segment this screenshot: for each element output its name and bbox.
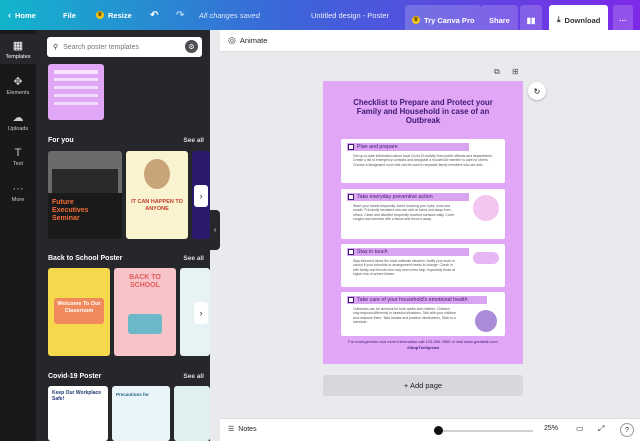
card-heading: Take care of your household's emotional … bbox=[347, 296, 487, 304]
add-page-icon[interactable]: ⊞ bbox=[512, 67, 519, 76]
crown-icon: ♛ bbox=[96, 11, 104, 19]
person-illustration-icon bbox=[475, 310, 497, 332]
search-input[interactable]: ⚲ Search poster templates ⚙ bbox=[47, 37, 202, 57]
poster-canvas[interactable]: Checklist to Prepare and Protect your Fa… bbox=[323, 81, 523, 364]
download-icon: ⤓ bbox=[557, 15, 561, 24]
rail-text[interactable]: T Text bbox=[0, 142, 36, 172]
checklist-card[interactable]: Stay in touch Stay informed about the lo… bbox=[341, 244, 505, 287]
chevron-right-icon[interactable]: › bbox=[194, 185, 208, 207]
see-all-link[interactable]: See all bbox=[183, 255, 204, 262]
rail-more[interactable]: ··· More bbox=[0, 178, 36, 208]
collapse-panel-handle[interactable]: ‹ bbox=[210, 210, 220, 250]
rail-uploads[interactable]: ☁ Uploads bbox=[0, 106, 36, 136]
animate-toolbar: ◎ Animate bbox=[220, 30, 640, 52]
card-heading: Stay in touch bbox=[347, 248, 469, 256]
card-heading: Take everyday preventive action bbox=[347, 193, 469, 201]
crown-icon: ♛ bbox=[412, 16, 420, 24]
chevron-right-icon[interactable]: › bbox=[194, 302, 208, 324]
section-title: For you bbox=[48, 137, 74, 144]
top-bar: ‹ Home File ♛ Resize ↶ ↷ All changes sav… bbox=[0, 0, 640, 35]
text-icon: T bbox=[14, 147, 22, 159]
duplicate-page-icon[interactable]: ⧉ bbox=[494, 67, 500, 77]
document-title[interactable]: Untitled design - Poster bbox=[311, 0, 389, 30]
poster-title[interactable]: Checklist to Prepare and Protect your Fa… bbox=[343, 98, 503, 126]
checkbox-icon bbox=[348, 297, 354, 303]
checkbox-icon bbox=[348, 144, 354, 150]
checklist-card[interactable]: Take everyday preventive action Wash you… bbox=[341, 189, 505, 239]
canvas-area: ◎ Animate ⧉ ⊞ ↻ Checklist to Prepare and… bbox=[220, 30, 640, 418]
section-title: Covid-19 Poster bbox=[48, 373, 102, 380]
add-page-button[interactable]: + Add page bbox=[323, 375, 523, 396]
home-button[interactable]: ‹ Home bbox=[8, 0, 36, 30]
template-welcome-classroom[interactable]: Welcome To Our Classroom bbox=[48, 268, 110, 356]
more-dots-icon: ··· bbox=[619, 15, 627, 25]
notes-button[interactable]: ☰ Notes bbox=[228, 425, 257, 434]
checkbox-icon bbox=[348, 194, 354, 200]
more-dots-icon: ··· bbox=[12, 183, 24, 195]
bottom-bar: ☰ Notes 25% ▭ ⤢ ? bbox=[220, 418, 640, 441]
save-status: All changes saved bbox=[199, 10, 260, 20]
phone-illustration-icon bbox=[473, 252, 499, 264]
chevron-left-icon: ‹ bbox=[8, 10, 11, 20]
section-title: Back to School Poster bbox=[48, 255, 123, 262]
search-icon: ⚲ bbox=[53, 44, 59, 51]
notes-icon: ☰ bbox=[228, 426, 235, 433]
animate-button[interactable]: ◎ Animate bbox=[228, 35, 267, 46]
side-rail: ▦ Templates ✥ Elements ☁ Uploads T Text ··· M… bbox=[0, 30, 36, 441]
checklist-card[interactable]: Plan and prepare Get up-to-date informat… bbox=[341, 139, 505, 183]
see-all-link[interactable]: See all bbox=[183, 373, 204, 380]
template-precautions[interactable]: Precautions for bbox=[112, 386, 170, 441]
elements-icon: ✥ bbox=[13, 76, 23, 88]
bar-chart-icon: ▮▮ bbox=[526, 15, 536, 25]
undo-icon[interactable]: ↶ bbox=[150, 0, 158, 30]
refresh-icon[interactable]: ↻ bbox=[528, 82, 546, 100]
chevron-left-icon: ‹ bbox=[213, 226, 217, 234]
redo-icon[interactable]: ↷ bbox=[176, 0, 184, 30]
checkbox-icon bbox=[348, 249, 354, 255]
upload-cloud-icon: ☁ bbox=[12, 112, 24, 124]
file-menu[interactable]: File bbox=[63, 0, 76, 30]
zoom-level[interactable]: 25% bbox=[544, 425, 558, 432]
handwash-illustration-icon bbox=[473, 195, 499, 221]
resize-button[interactable]: ♛ Resize bbox=[96, 0, 132, 30]
zoom-slider-handle[interactable] bbox=[434, 426, 443, 435]
templates-icon: ▦ bbox=[12, 40, 24, 52]
filter-icon[interactable]: ⚙ bbox=[185, 40, 198, 53]
help-icon[interactable]: ? bbox=[620, 423, 634, 437]
template-partial[interactable] bbox=[174, 386, 210, 441]
fullscreen-icon[interactable]: ⤢ bbox=[598, 424, 604, 434]
see-all-link[interactable]: See all bbox=[183, 137, 204, 144]
checklist-card[interactable]: Take care of your household's emotional … bbox=[341, 292, 505, 336]
animate-icon: ◎ bbox=[228, 35, 236, 45]
card-heading: Plan and prepare bbox=[347, 143, 469, 151]
poster-footer: For emergencies and more information cal… bbox=[348, 339, 498, 350]
template-thumb-current[interactable] bbox=[48, 64, 104, 120]
rail-templates[interactable]: ▦ Templates bbox=[0, 34, 36, 64]
rail-elements[interactable]: ✥ Elements bbox=[0, 70, 36, 100]
template-back-to-school[interactable]: BACK TO SCHOOL bbox=[114, 268, 176, 356]
template-it-can-happen[interactable]: IT CAN HAPPEN TO ANYONE bbox=[126, 151, 188, 239]
templates-panel: ⚲ Search poster templates ⚙ For you See … bbox=[36, 30, 210, 441]
zoom-slider[interactable] bbox=[435, 430, 533, 432]
template-keep-workplace-safe[interactable]: Keep Our Workplace Safe! bbox=[48, 386, 108, 441]
template-future-executives[interactable]: Future Executives Seminar bbox=[48, 151, 122, 239]
pages-icon[interactable]: ▭ bbox=[576, 424, 584, 433]
